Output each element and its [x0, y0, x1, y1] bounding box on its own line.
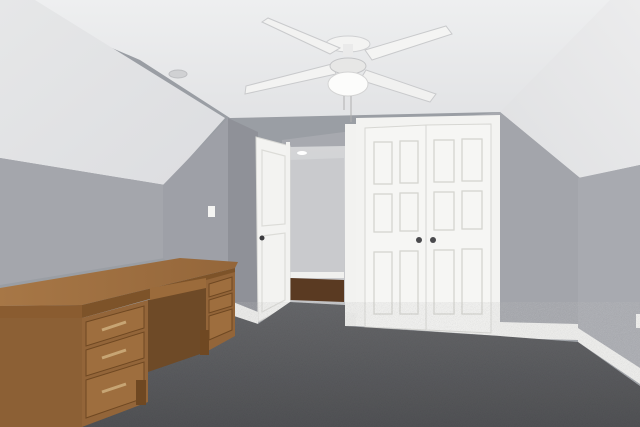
- hallway-floor: [290, 278, 344, 302]
- hallway-far-wall: [290, 158, 344, 280]
- door-knob: [259, 235, 265, 241]
- closet-knob-left: [416, 237, 422, 243]
- outlet: [636, 314, 640, 328]
- light-switch: [208, 206, 215, 217]
- closet-knob-right: [430, 237, 436, 243]
- hallway-light: [297, 151, 307, 155]
- recessed-light: [168, 69, 188, 79]
- hallway-frame: [345, 124, 356, 326]
- room-illustration: [0, 0, 640, 427]
- hallway-baseboard: [290, 272, 344, 278]
- bedroom-photo: [0, 0, 640, 427]
